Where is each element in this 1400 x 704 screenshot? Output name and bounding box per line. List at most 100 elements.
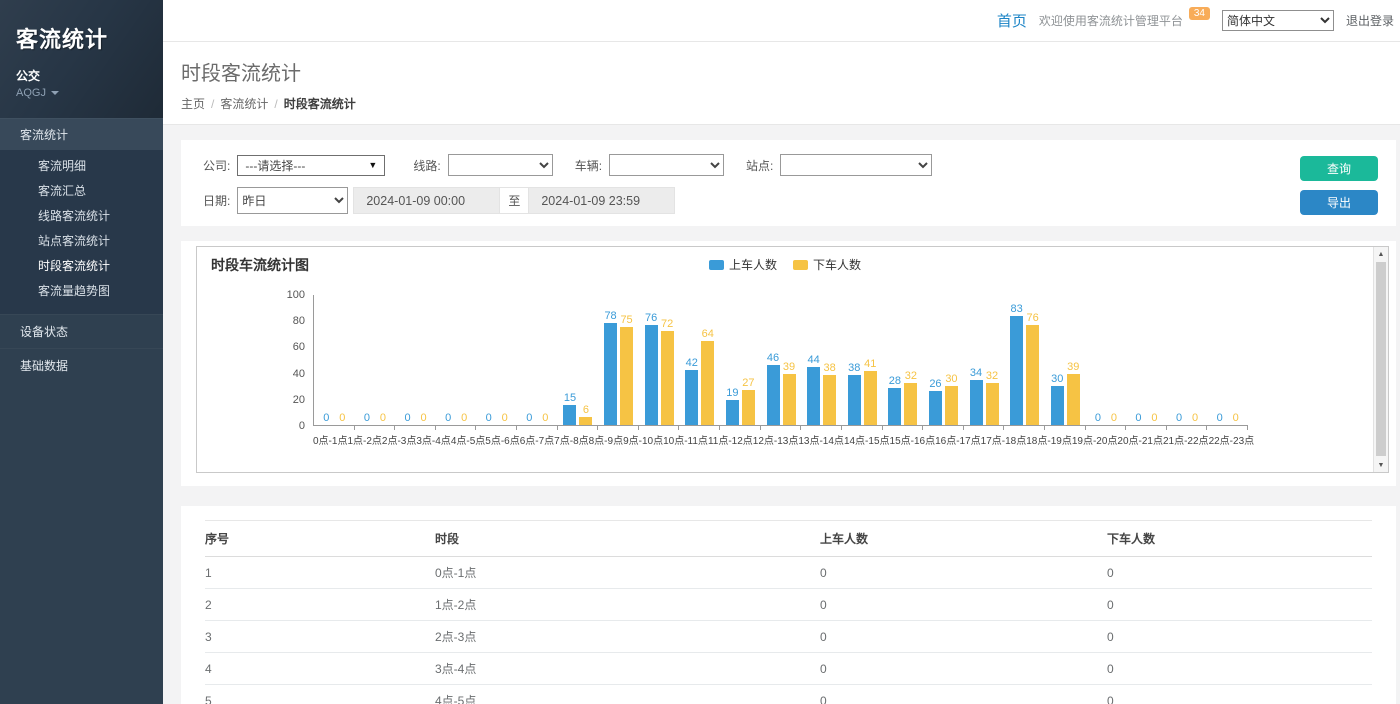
- chart-bar: [904, 383, 917, 425]
- vehicle-select[interactable]: [609, 154, 724, 176]
- chart-bar-group: 0: [458, 412, 471, 425]
- chart-bar-group: 38: [823, 362, 836, 425]
- query-button[interactable]: 查询: [1300, 156, 1378, 181]
- chart-category-15点-16点: 2630: [923, 295, 964, 425]
- sidebar-item-站点客流统计[interactable]: 站点客流统计: [0, 229, 163, 254]
- chart-bar: [579, 417, 592, 425]
- table-cell: 5: [205, 685, 435, 704]
- sidebar-item-客流汇总[interactable]: 客流汇总: [0, 179, 163, 204]
- chart-bar-value: 44: [807, 354, 819, 366]
- scroll-down-icon[interactable]: ▼: [1374, 458, 1388, 472]
- legend-swatch: [709, 260, 724, 270]
- sidebar-section-基础数据[interactable]: 基础数据: [0, 348, 163, 382]
- sidebar-item-线路客流统计[interactable]: 线路客流统计: [0, 204, 163, 229]
- chart-category-22点-23点: 00: [1207, 295, 1248, 425]
- sidebar-item-客流明细[interactable]: 客流明细: [0, 154, 163, 179]
- x-tick-label: 8点-9点: [589, 432, 623, 447]
- chart-bar-value: 0: [1095, 412, 1101, 424]
- sidebar-item-时段客流统计[interactable]: 时段客流统计: [0, 254, 163, 279]
- table-cell: 0: [820, 685, 1107, 704]
- app-root: 客流统计 公交 AQGJ 客流统计客流明细客流汇总线路客流统计站点客流统计时段客…: [0, 0, 1400, 704]
- chart-bar: [945, 386, 958, 425]
- breadcrumb-item[interactable]: 主页: [181, 97, 205, 111]
- chart-bar-value: 0: [486, 412, 492, 424]
- chart-bar-group: 30: [945, 373, 958, 425]
- x-tick-label: 13点-14点: [798, 432, 844, 447]
- chart-bar-value: 38: [823, 362, 835, 374]
- chart-bar: [685, 370, 698, 425]
- chart-bar: [563, 405, 576, 425]
- sidebar: 客流统计 公交 AQGJ 客流统计客流明细客流汇总线路客流统计站点客流统计时段客…: [0, 0, 163, 704]
- table-cell: 3: [205, 621, 435, 653]
- legend-item-上车人数[interactable]: 上车人数: [709, 256, 777, 273]
- org-selector[interactable]: AQGJ: [16, 87, 147, 99]
- chart-bar: [783, 374, 796, 425]
- table-cell: 0: [1107, 557, 1372, 589]
- export-button[interactable]: 导出: [1300, 190, 1378, 215]
- chart-bar-group: 28: [888, 375, 901, 425]
- chart-bar-group: 0: [1107, 412, 1120, 425]
- chart-bar-value: 78: [604, 310, 616, 322]
- x-tick-label: 9点-10点: [623, 432, 663, 447]
- chart-bar-value: 39: [1067, 361, 1079, 373]
- legend-item-下车人数[interactable]: 下车人数: [793, 256, 861, 273]
- chart-category-1点-2点: 00: [355, 295, 396, 425]
- sidebar-section-客流统计[interactable]: 客流统计: [0, 118, 163, 150]
- company-select[interactable]: ---请选择--- ▼: [237, 155, 385, 176]
- sidebar-item-客流量趋势图[interactable]: 客流量趋势图: [0, 279, 163, 304]
- chart-bar-value: 30: [945, 373, 957, 385]
- chart-bar-group: 0: [1173, 412, 1186, 425]
- x-tick-label: 3点-4点: [416, 432, 450, 447]
- y-tick-label: 0: [267, 420, 305, 432]
- data-table: 序号时段上车人数下车人数 10点-1点0021点-2点0032点-3点0043点…: [205, 520, 1372, 704]
- chart-bar-value: 0: [323, 412, 329, 424]
- home-link[interactable]: 首页: [997, 10, 1027, 31]
- x-tick-label: 6点-7点: [520, 432, 554, 447]
- legend-label: 下车人数: [813, 256, 861, 273]
- filter-actions: 查询 导出: [1300, 154, 1386, 226]
- line-label: 线路:: [413, 157, 440, 174]
- logout-link[interactable]: 退出登录: [1346, 12, 1394, 29]
- line-select[interactable]: [448, 154, 553, 176]
- chart-category-19点-20点: 00: [1086, 295, 1127, 425]
- table-row: 10点-1点00: [205, 557, 1372, 589]
- station-select[interactable]: [780, 154, 932, 176]
- chart-bar-group: 39: [1067, 361, 1080, 425]
- scrollbar-thumb[interactable]: [1376, 262, 1386, 456]
- welcome-text: 欢迎使用客流统计管理平台: [1039, 12, 1183, 29]
- notification-badge[interactable]: 34: [1189, 7, 1210, 20]
- x-tick-label: 16点-17点: [935, 432, 981, 447]
- chart-bar-group: 0: [336, 412, 349, 425]
- language-select[interactable]: 简体中文: [1222, 10, 1334, 31]
- breadcrumb-item[interactable]: 客流统计: [220, 97, 268, 111]
- chart-bar-group: 76: [645, 312, 658, 425]
- y-tick-label: 60: [267, 341, 305, 353]
- sidebar-section-设备状态[interactable]: 设备状态: [0, 314, 163, 348]
- chart-bar-value: 0: [404, 412, 410, 424]
- date-from-input[interactable]: 2024-01-09 00:00: [353, 187, 500, 214]
- chart-bar-group: 32: [986, 370, 999, 425]
- chart-bar-group: 0: [482, 412, 495, 425]
- chart-bar-value: 46: [767, 352, 779, 364]
- chart-bar-group: 46: [767, 352, 780, 425]
- chart-plot-area: 0000000000001567875767242641927463944383…: [313, 295, 1248, 426]
- scroll-up-icon[interactable]: ▲: [1374, 247, 1388, 261]
- x-tick-label: 4点-5点: [451, 432, 485, 447]
- date-preset-select[interactable]: 昨日: [237, 187, 348, 214]
- x-tick-label: 22点-23点: [1209, 432, 1255, 447]
- legend-swatch: [793, 260, 808, 270]
- chart-bar-value: 27: [742, 377, 754, 389]
- table-cell: 0: [1107, 621, 1372, 653]
- table-header-下车人数: 下车人数: [1107, 521, 1372, 557]
- chart-bar-group: 39: [783, 361, 796, 425]
- chart-bar-group: 15: [563, 392, 576, 425]
- chart-bar-group: 0: [1132, 412, 1145, 425]
- chart-bar-value: 0: [1217, 412, 1223, 424]
- date-to-input[interactable]: 2024-01-09 23:59: [528, 187, 675, 214]
- chart-scrollbar[interactable]: ▲ ▼: [1373, 247, 1388, 472]
- chart-bar-value: 0: [1176, 412, 1182, 424]
- chart-bar-value: 38: [848, 362, 860, 374]
- table-cell: 0: [820, 557, 1107, 589]
- y-tick-label: 20: [267, 394, 305, 406]
- chart-bar: [848, 375, 861, 425]
